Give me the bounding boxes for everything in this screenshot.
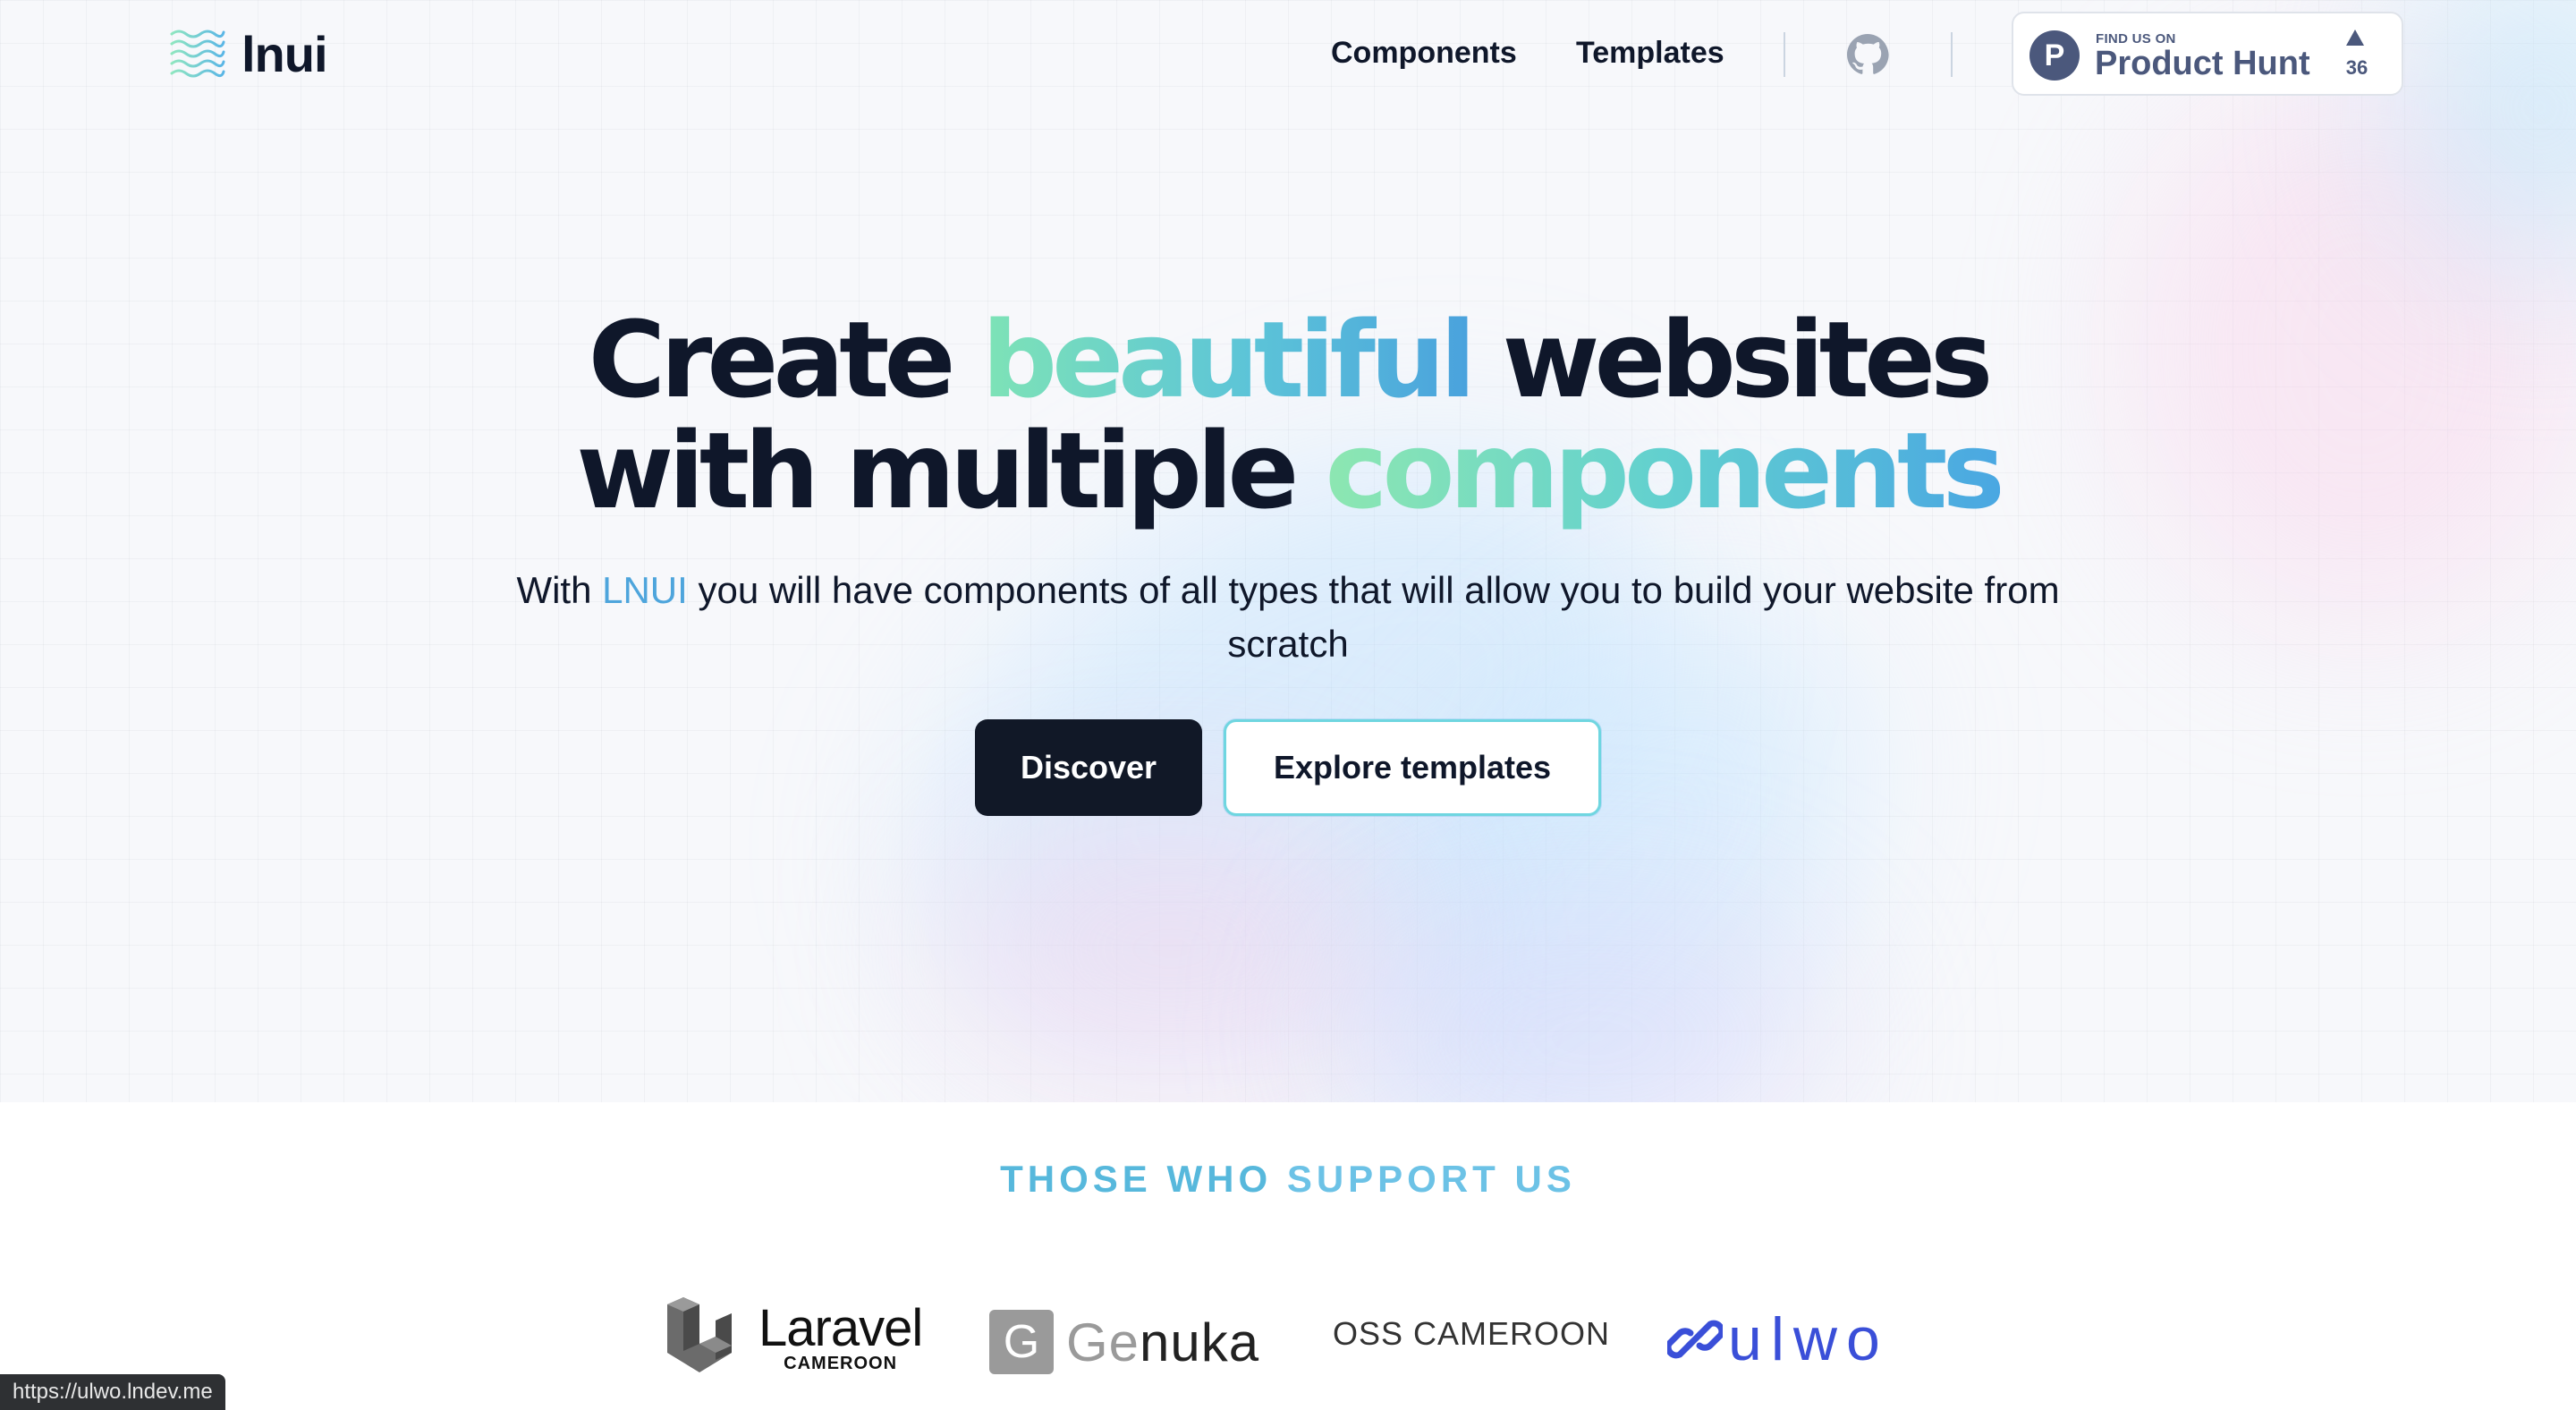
explore-templates-button[interactable]: Explore templates — [1224, 719, 1601, 816]
brand-name: LNUI — [602, 569, 688, 611]
top-navigation: lnui Components Templates P FIND US ON P… — [0, 0, 2576, 111]
nav-divider — [1784, 32, 1785, 77]
link-chain-icon — [1667, 1320, 1723, 1359]
status-bar-url: https://ulwo.lndev.me — [0, 1374, 225, 1410]
sponsor-oss-cameroon[interactable]: OSS CAMEROON — [1333, 1315, 1610, 1353]
hero-subtitle: With LNUI you will have components of al… — [516, 569, 2060, 665]
waves-logo-icon — [170, 30, 225, 78]
github-link[interactable] — [1846, 33, 1889, 76]
ulwo-name: ulwo — [1728, 1305, 1889, 1373]
github-icon — [1847, 34, 1889, 74]
genuka-name: Genuka — [1066, 1312, 1260, 1372]
sponsor-laravel-cameroon[interactable]: Laravel CAMEROON — [664, 1297, 923, 1380]
upvote-arrow-icon — [2346, 30, 2364, 46]
hero-headline: Create beautiful websites with multiple … — [0, 304, 2576, 526]
hero-section: Create beautiful websites with multiple … — [0, 0, 2576, 1102]
supporters-title: THOSE WHO SUPPORT US — [1000, 1158, 1576, 1200]
laravel-cube-icon — [667, 1297, 732, 1372]
laravel-subtitle: CAMEROON — [784, 1353, 898, 1373]
sponsor-genuka[interactable]: G Genuka — [989, 1310, 1259, 1374]
sponsor-ulwo[interactable]: ulwo — [1667, 1304, 1889, 1374]
nav-templates[interactable]: Templates — [1576, 36, 1724, 71]
discover-button[interactable]: Discover — [975, 719, 1202, 816]
product-hunt-logo-icon: P — [2029, 30, 2080, 81]
logo-text: lnui — [242, 25, 328, 82]
nav-divider — [1951, 32, 1953, 77]
site-logo[interactable]: lnui — [170, 25, 328, 82]
supporters-section: THOSE WHO SUPPORT US Laravel CAMEROON G … — [0, 1102, 2576, 1410]
nav-components[interactable]: Components — [1331, 36, 1517, 71]
product-hunt-label: Product Hunt — [2095, 45, 2310, 82]
upvote-count: 36 — [2345, 56, 2368, 79]
background-glow — [939, 805, 1404, 1091]
oss-cameroon-name: OSS CAMEROON — [1333, 1315, 1611, 1352]
product-hunt-badge[interactable]: P FIND US ON Product Hunt 36 — [2012, 12, 2403, 96]
headline-highlight: beautiful — [981, 298, 1477, 421]
laravel-name: Laravel — [758, 1298, 923, 1357]
genuka-logo-icon: G — [989, 1310, 1054, 1374]
headline-highlight: components — [1325, 409, 2005, 532]
headline-line-2: with multiple components — [576, 409, 2004, 532]
headline-line-1: Create beautiful websites — [588, 298, 1994, 421]
